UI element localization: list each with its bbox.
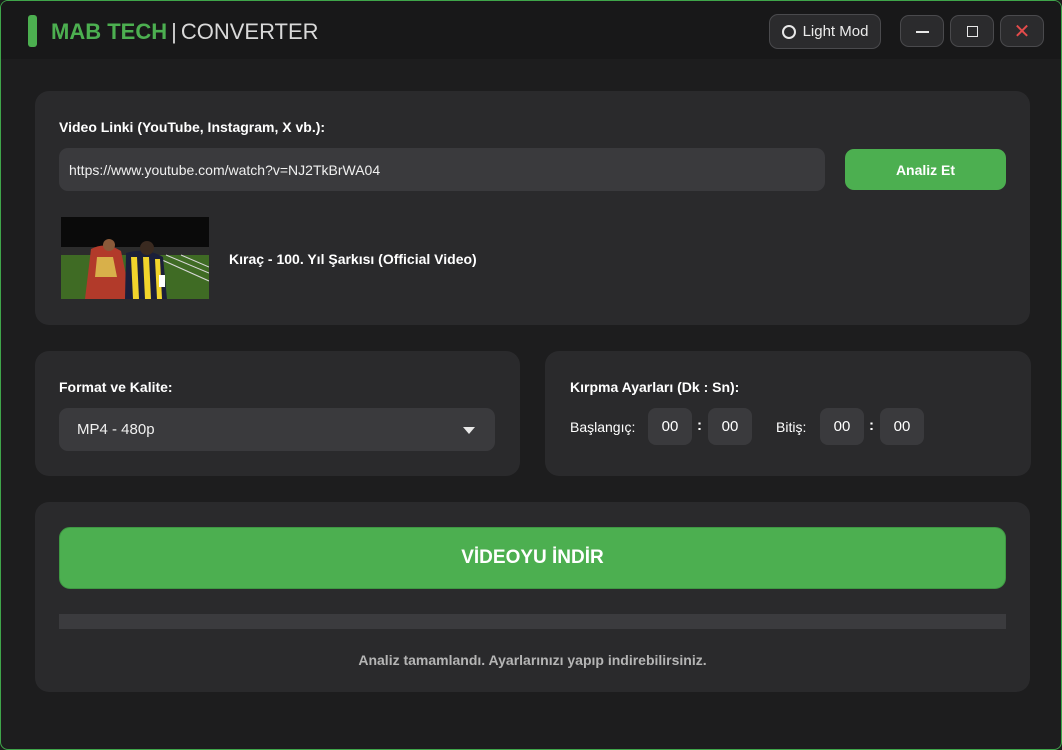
progress-bar — [59, 614, 1006, 629]
start-label: Başlangıç: — [570, 419, 636, 435]
start-second-input[interactable]: 00 — [708, 408, 752, 445]
format-label: Format ve Kalite: — [59, 379, 173, 395]
maximize-icon — [966, 25, 978, 37]
format-selected-value: MP4 - 480p — [77, 421, 155, 438]
start-colon: : — [697, 417, 702, 434]
format-card: Format ve Kalite: MP4 - 480p — [35, 351, 520, 476]
brand-subtitle: CONVERTER — [180, 19, 319, 44]
maximize-button[interactable] — [950, 15, 994, 47]
url-input[interactable] — [59, 148, 825, 191]
minimize-icon — [915, 31, 929, 33]
close-button[interactable]: ✕ — [1000, 15, 1044, 47]
start-minute-input[interactable]: 00 — [648, 408, 692, 445]
video-title: Kıraç - 100. Yıl Şarkısı (Official Video… — [229, 251, 477, 267]
link-card: Video Linki (YouTube, Instagram, X vb.):… — [35, 91, 1030, 325]
analyze-button[interactable]: Analiz Et — [845, 149, 1006, 190]
app-title: MAB TECH | CONVERTER — [51, 18, 319, 46]
end-minute-input[interactable]: 00 — [820, 408, 864, 445]
trim-card: Kırpma Ayarları (Dk : Sn): Başlangıç: 00… — [545, 351, 1031, 476]
title-bar[interactable]: MAB TECH | CONVERTER Light Mod ✕ — [1, 1, 1061, 59]
chevron-down-icon — [463, 427, 475, 434]
video-thumbnail — [61, 217, 209, 299]
format-quality-select[interactable]: MP4 - 480p — [59, 408, 495, 451]
theme-toggle-button[interactable]: Light Mod — [769, 14, 881, 49]
sun-icon — [781, 24, 796, 39]
download-card: VİDEOYU İNDİR Analiz tamamlandı. Ayarlar… — [35, 502, 1030, 692]
end-second-input[interactable]: 00 — [880, 408, 924, 445]
download-button[interactable]: VİDEOYU İNDİR — [59, 527, 1006, 589]
brand-separator: | — [171, 19, 177, 44]
brand-accent-bar — [28, 15, 37, 47]
end-label: Bitiş: — [776, 419, 807, 435]
status-text: Analiz tamamlandı. Ayarlarınızı yapıp in… — [358, 652, 707, 668]
end-colon: : — [869, 417, 874, 434]
brand-name: MAB TECH — [51, 19, 168, 44]
trim-label: Kırpma Ayarları (Dk : Sn): — [570, 379, 740, 395]
link-label: Video Linki (YouTube, Instagram, X vb.): — [59, 119, 326, 135]
close-icon: ✕ — [1013, 19, 1031, 43]
app-window: MAB TECH | CONVERTER Light Mod ✕ Video Lin… — [0, 0, 1062, 750]
theme-toggle-label: Light Mod — [802, 23, 869, 40]
minimize-button[interactable] — [900, 15, 944, 47]
